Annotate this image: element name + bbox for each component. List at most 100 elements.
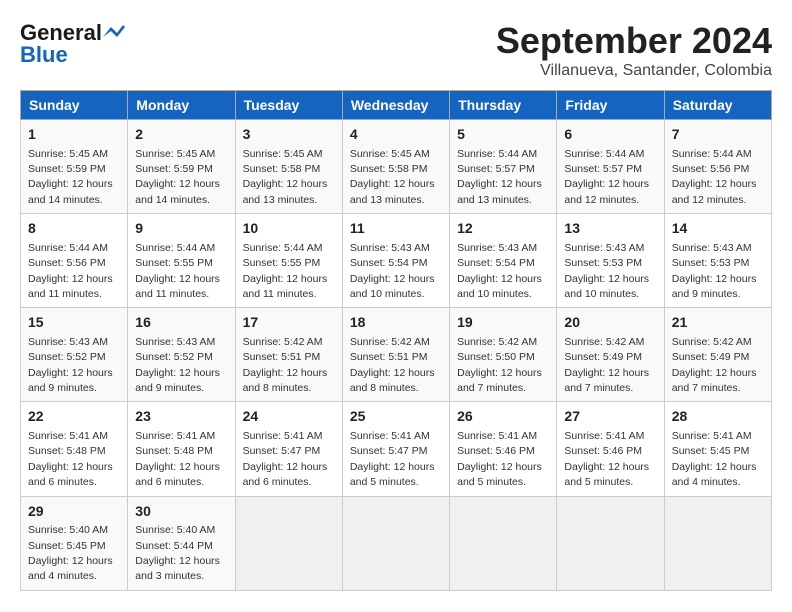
table-row: 22 Sunrise: 5:41 AMSunset: 5:48 PMDayligh… bbox=[21, 402, 128, 496]
table-row: 5Sunrise: 5:44 AMSunset: 5:57 PMDaylight… bbox=[450, 120, 557, 214]
table-row: 15Sunrise: 5:43 AMSunset: 5:52 PMDayligh… bbox=[21, 308, 128, 402]
day-info: Sunrise: 5:42 AMSunset: 5:49 PMDaylight:… bbox=[564, 336, 649, 394]
day-info: Sunrise: 5:42 AMSunset: 5:49 PMDaylight:… bbox=[672, 336, 757, 394]
table-row bbox=[664, 496, 771, 590]
day-number: 30 bbox=[135, 502, 227, 522]
table-row: 3 Sunrise: 5:45 AMSunset: 5:58 PMDaylight… bbox=[235, 120, 342, 214]
table-row: 11 Sunrise: 5:43 AMSunset: 5:54 PMDayligh… bbox=[342, 214, 449, 308]
day-info: Sunrise: 5:43 AMSunset: 5:54 PMDaylight:… bbox=[457, 242, 542, 300]
table-row bbox=[450, 496, 557, 590]
location-title: Villanueva, Santander, Colombia bbox=[496, 62, 772, 80]
day-info: Sunrise: 5:40 AMSunset: 5:45 PMDaylight:… bbox=[28, 524, 113, 582]
table-row: 6 Sunrise: 5:44 AMSunset: 5:57 PMDaylight… bbox=[557, 120, 664, 214]
day-info: Sunrise: 5:44 AMSunset: 5:56 PMDaylight:… bbox=[28, 242, 113, 300]
calendar-table: SundayMondayTuesdayWednesdayThursdayFrid… bbox=[20, 90, 772, 591]
day-number: 17 bbox=[243, 313, 335, 333]
table-row: 2 Sunrise: 5:45 AMSunset: 5:59 PMDaylight… bbox=[128, 120, 235, 214]
table-row: 29Sunrise: 5:40 AMSunset: 5:45 PMDayligh… bbox=[21, 496, 128, 590]
day-number: 9 bbox=[135, 219, 227, 239]
col-header-sunday: Sunday bbox=[21, 91, 128, 120]
day-number: 11 bbox=[350, 219, 442, 239]
day-info: Sunrise: 5:44 AMSunset: 5:56 PMDaylight:… bbox=[672, 148, 757, 206]
day-info: Sunrise: 5:43 AMSunset: 5:52 PMDaylight:… bbox=[135, 336, 220, 394]
table-row: 23Sunrise: 5:41 AMSunset: 5:48 PMDayligh… bbox=[128, 402, 235, 496]
day-number: 29 bbox=[28, 502, 120, 522]
day-info: Sunrise: 5:45 AMSunset: 5:59 PMDaylight:… bbox=[28, 148, 113, 206]
day-info: Sunrise: 5:43 AMSunset: 5:53 PMDaylight:… bbox=[672, 242, 757, 300]
day-info: Sunrise: 5:44 AMSunset: 5:57 PMDaylight:… bbox=[457, 148, 542, 206]
table-row: 20 Sunrise: 5:42 AMSunset: 5:49 PMDayligh… bbox=[557, 308, 664, 402]
day-info: Sunrise: 5:45 AMSunset: 5:58 PMDaylight:… bbox=[350, 148, 435, 206]
day-info: Sunrise: 5:41 AMSunset: 5:48 PMDaylight:… bbox=[28, 430, 113, 488]
day-number: 20 bbox=[564, 313, 656, 333]
month-title: September 2024 bbox=[496, 20, 772, 62]
table-row: 17 Sunrise: 5:42 AMSunset: 5:51 PMDayligh… bbox=[235, 308, 342, 402]
table-row bbox=[342, 496, 449, 590]
day-number: 21 bbox=[672, 313, 764, 333]
logo-blue: Blue bbox=[20, 42, 68, 68]
day-info: Sunrise: 5:41 AMSunset: 5:46 PMDaylight:… bbox=[457, 430, 542, 488]
table-row: 24 Sunrise: 5:41 AMSunset: 5:47 PMDayligh… bbox=[235, 402, 342, 496]
table-row: 19 Sunrise: 5:42 AMSunset: 5:50 PMDayligh… bbox=[450, 308, 557, 402]
day-info: Sunrise: 5:45 AMSunset: 5:58 PMDaylight:… bbox=[243, 148, 328, 206]
logo-bird-icon bbox=[103, 23, 125, 41]
day-info: Sunrise: 5:44 AMSunset: 5:57 PMDaylight:… bbox=[564, 148, 649, 206]
day-info: Sunrise: 5:43 AMSunset: 5:53 PMDaylight:… bbox=[564, 242, 649, 300]
col-header-monday: Monday bbox=[128, 91, 235, 120]
day-number: 6 bbox=[564, 125, 656, 145]
day-info: Sunrise: 5:40 AMSunset: 5:44 PMDaylight:… bbox=[135, 524, 220, 582]
table-row: 13 Sunrise: 5:43 AMSunset: 5:53 PMDayligh… bbox=[557, 214, 664, 308]
table-row: 1 Sunrise: 5:45 AMSunset: 5:59 PMDaylight… bbox=[21, 120, 128, 214]
day-number: 18 bbox=[350, 313, 442, 333]
day-number: 16 bbox=[135, 313, 227, 333]
day-number: 1 bbox=[28, 125, 120, 145]
day-info: Sunrise: 5:44 AMSunset: 5:55 PMDaylight:… bbox=[135, 242, 220, 300]
day-number: 23 bbox=[135, 407, 227, 427]
title-section: September 2024 Villanueva, Santander, Co… bbox=[496, 20, 772, 80]
col-header-thursday: Thursday bbox=[450, 91, 557, 120]
table-row bbox=[557, 496, 664, 590]
table-row: 25 Sunrise: 5:41 AMSunset: 5:47 PMDayligh… bbox=[342, 402, 449, 496]
day-number: 19 bbox=[457, 313, 549, 333]
col-header-wednesday: Wednesday bbox=[342, 91, 449, 120]
day-number: 24 bbox=[243, 407, 335, 427]
table-row bbox=[235, 496, 342, 590]
day-number: 7 bbox=[672, 125, 764, 145]
day-number: 8 bbox=[28, 219, 120, 239]
table-row: 9 Sunrise: 5:44 AMSunset: 5:55 PMDaylight… bbox=[128, 214, 235, 308]
table-row: 26 Sunrise: 5:41 AMSunset: 5:46 PMDayligh… bbox=[450, 402, 557, 496]
table-row: 28 Sunrise: 5:41 AMSunset: 5:45 PMDayligh… bbox=[664, 402, 771, 496]
day-number: 25 bbox=[350, 407, 442, 427]
day-number: 28 bbox=[672, 407, 764, 427]
table-row: 7 Sunrise: 5:44 AMSunset: 5:56 PMDaylight… bbox=[664, 120, 771, 214]
day-info: Sunrise: 5:41 AMSunset: 5:47 PMDaylight:… bbox=[350, 430, 435, 488]
day-info: Sunrise: 5:41 AMSunset: 5:45 PMDaylight:… bbox=[672, 430, 757, 488]
day-info: Sunrise: 5:42 AMSunset: 5:51 PMDaylight:… bbox=[243, 336, 328, 394]
day-number: 4 bbox=[350, 125, 442, 145]
table-row: 21 Sunrise: 5:42 AMSunset: 5:49 PMDayligh… bbox=[664, 308, 771, 402]
day-info: Sunrise: 5:42 AMSunset: 5:51 PMDaylight:… bbox=[350, 336, 435, 394]
day-number: 26 bbox=[457, 407, 549, 427]
day-number: 3 bbox=[243, 125, 335, 145]
table-row: 14Sunrise: 5:43 AMSunset: 5:53 PMDayligh… bbox=[664, 214, 771, 308]
day-info: Sunrise: 5:45 AMSunset: 5:59 PMDaylight:… bbox=[135, 148, 220, 206]
day-info: Sunrise: 5:41 AMSunset: 5:47 PMDaylight:… bbox=[243, 430, 328, 488]
day-number: 2 bbox=[135, 125, 227, 145]
day-number: 13 bbox=[564, 219, 656, 239]
col-header-tuesday: Tuesday bbox=[235, 91, 342, 120]
table-row: 8 Sunrise: 5:44 AMSunset: 5:56 PMDaylight… bbox=[21, 214, 128, 308]
day-info: Sunrise: 5:43 AMSunset: 5:54 PMDaylight:… bbox=[350, 242, 435, 300]
table-row: 4 Sunrise: 5:45 AMSunset: 5:58 PMDaylight… bbox=[342, 120, 449, 214]
header: General Blue September 2024 Villanueva, … bbox=[20, 20, 772, 80]
day-info: Sunrise: 5:44 AMSunset: 5:55 PMDaylight:… bbox=[243, 242, 328, 300]
day-number: 12 bbox=[457, 219, 549, 239]
day-number: 22 bbox=[28, 407, 120, 427]
table-row: 12 Sunrise: 5:43 AMSunset: 5:54 PMDayligh… bbox=[450, 214, 557, 308]
col-header-friday: Friday bbox=[557, 91, 664, 120]
day-info: Sunrise: 5:41 AMSunset: 5:46 PMDaylight:… bbox=[564, 430, 649, 488]
day-info: Sunrise: 5:42 AMSunset: 5:50 PMDaylight:… bbox=[457, 336, 542, 394]
table-row: 18 Sunrise: 5:42 AMSunset: 5:51 PMDayligh… bbox=[342, 308, 449, 402]
table-row: 16 Sunrise: 5:43 AMSunset: 5:52 PMDayligh… bbox=[128, 308, 235, 402]
logo: General Blue bbox=[20, 20, 125, 68]
table-row: 27Sunrise: 5:41 AMSunset: 5:46 PMDayligh… bbox=[557, 402, 664, 496]
